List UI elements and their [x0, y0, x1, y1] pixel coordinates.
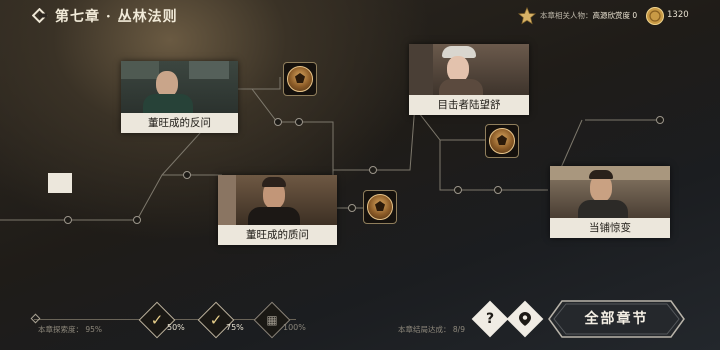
story-node-card4[interactable]: 当铺惊变	[550, 166, 670, 238]
related-name: 高源欣赏度	[592, 11, 631, 20]
portrait-man-green-suit	[121, 61, 238, 113]
story-node-card2[interactable]: 董旺成的质问	[218, 175, 337, 245]
badge-icon	[367, 194, 393, 220]
map-pin-icon	[519, 312, 531, 326]
portrait-man-shop	[550, 166, 670, 218]
related-characters-hint: 本章相关人物：高源欣赏度 0	[540, 10, 637, 21]
node-caption: 目击者陆望舒	[409, 95, 529, 115]
milestone-75-label: 75%	[226, 323, 244, 332]
milestone-50-label: 50%	[167, 323, 185, 332]
all-chapters-button[interactable]: 全部章节	[548, 300, 685, 338]
question-icon: ?	[485, 311, 495, 327]
explore-label: 本章探索度：	[38, 325, 83, 334]
portrait-man-jacket	[218, 175, 337, 225]
explore-value: 95%	[85, 325, 103, 334]
endings-progress: 本章结局达成： 8/9	[398, 324, 465, 335]
node-caption: 当铺惊变	[550, 218, 670, 238]
checkmark-icon: ✓	[150, 311, 164, 329]
emblem-node-3[interactable]	[485, 124, 519, 158]
offscreen-node[interactable]	[48, 173, 72, 193]
back-icon[interactable]	[32, 8, 48, 24]
all-chapters-label: 全部章节	[584, 311, 649, 327]
coin-count: 1320	[667, 10, 689, 20]
ending-value: 8/9	[452, 325, 465, 334]
star-icon	[518, 7, 536, 25]
story-node-card1[interactable]: 董旺成的反问	[121, 61, 238, 133]
locate-button[interactable]	[506, 300, 544, 338]
badge-icon	[489, 128, 515, 154]
node-caption: 董旺成的反问	[121, 113, 238, 133]
checkmark-icon: ✓	[209, 311, 223, 329]
coin-icon	[646, 7, 664, 25]
node-caption: 董旺成的质问	[218, 225, 337, 245]
related-value: 0	[632, 11, 638, 20]
gift-icon: ▦	[266, 313, 278, 327]
emblem-node-2[interactable]	[363, 190, 397, 224]
milestone-100-label: 100%	[283, 323, 306, 332]
help-button[interactable]: ?	[471, 300, 509, 338]
ending-label: 本章结局达成：	[398, 325, 451, 334]
badge-icon	[287, 66, 313, 92]
related-label: 本章相关人物：	[540, 11, 593, 20]
exploration-progress: 本章探索度： 95%	[38, 324, 102, 335]
story-node-card3[interactable]: 目击者陆望舒	[409, 44, 529, 115]
chapter-title: 第七章 · 丛林法则	[55, 9, 178, 25]
portrait-woman-hat	[409, 44, 529, 95]
emblem-node-1[interactable]	[283, 62, 317, 96]
